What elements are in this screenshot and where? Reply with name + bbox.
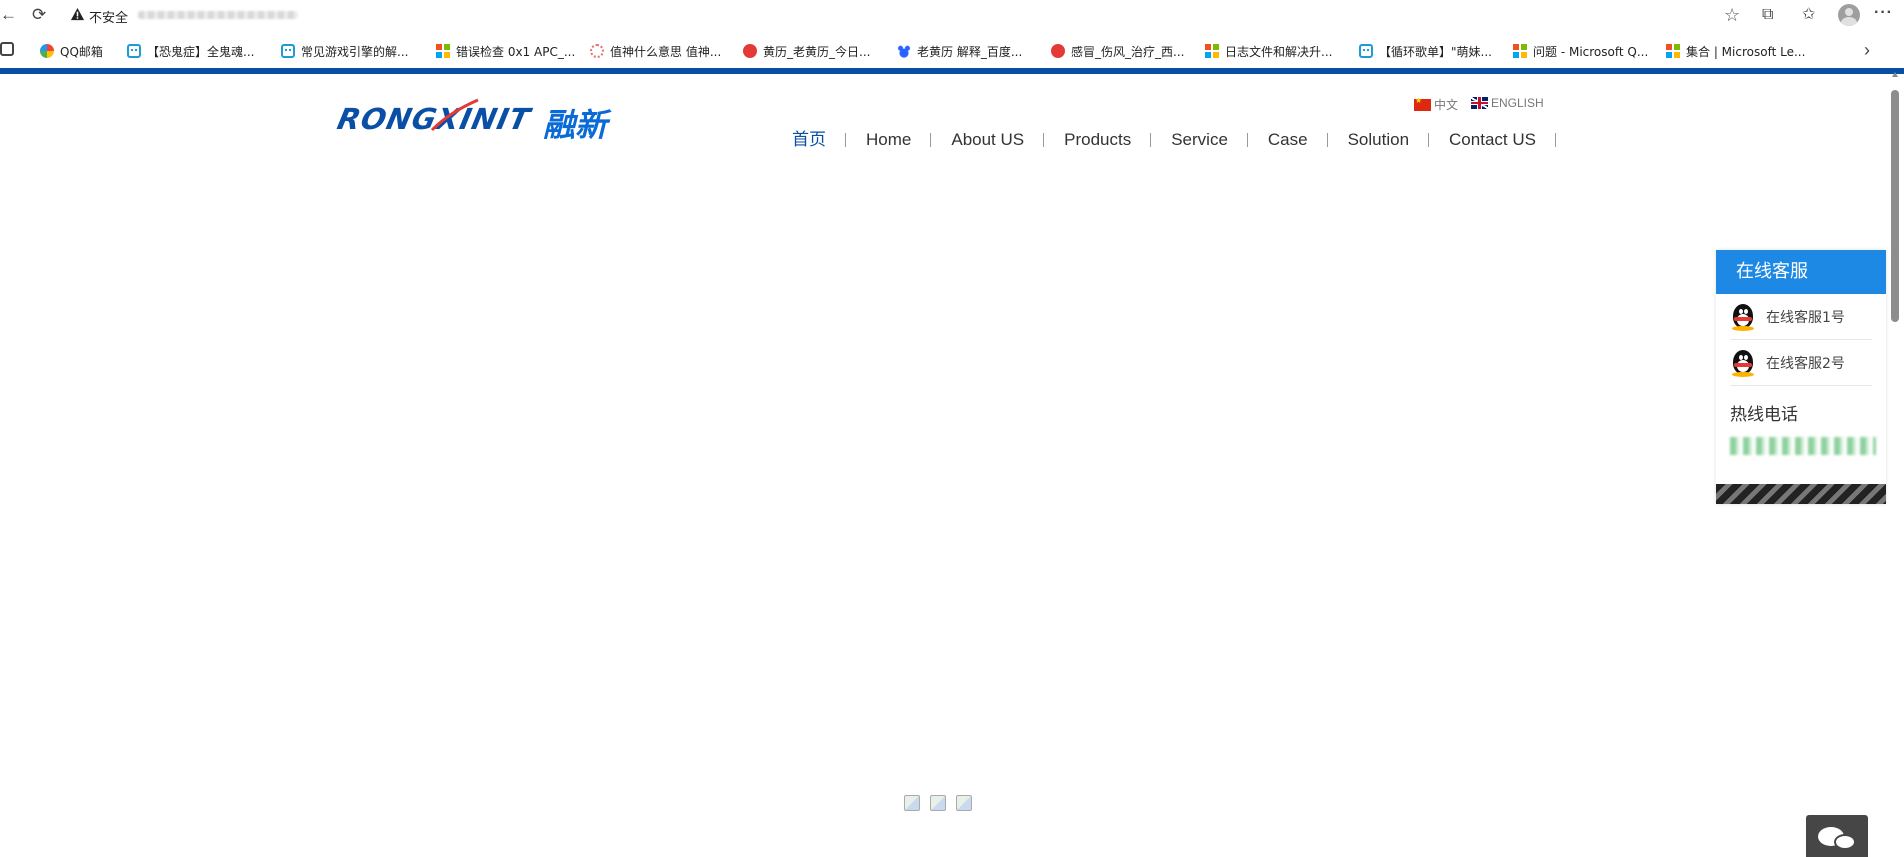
more-menu-icon[interactable]: ···: [1874, 4, 1893, 22]
uk-flag-icon: [1471, 97, 1488, 109]
lang-label: 中文: [1434, 98, 1459, 112]
bookmark-item[interactable]: 【恐鬼症】全鬼魂...: [127, 42, 254, 60]
bookmark-label: 感冒_伤风_治疗_西...: [1071, 44, 1185, 59]
nav-item-service[interactable]: Service: [1151, 128, 1248, 152]
nav-item-case[interactable]: Case: [1248, 128, 1328, 152]
lang-switch-chinese[interactable]: 中文: [1414, 96, 1458, 113]
scroll-thumb[interactable]: [1891, 90, 1899, 322]
wechat-button[interactable]: [1806, 815, 1868, 857]
bookmark-item[interactable]: QQ邮箱: [40, 42, 103, 60]
service-panel-title: 在线客服: [1716, 250, 1886, 294]
bookmark-label: QQ邮箱: [60, 44, 103, 59]
lang-switch-english[interactable]: ENGLISH: [1471, 96, 1544, 110]
microsoft-icon: [436, 44, 450, 58]
bookmark-label: 错误检查 0x1 APC_...: [456, 44, 576, 59]
extensions-icon[interactable]: ⧉: [1762, 5, 1782, 25]
profile-avatar[interactable]: [1838, 4, 1860, 26]
nav-item-solution[interactable]: Solution: [1328, 128, 1430, 152]
lang-label: ENGLISH: [1491, 96, 1544, 110]
bookmark-label: 常见游戏引擎的解...: [301, 44, 409, 59]
bookmark-label: 日志文件和解决升...: [1225, 44, 1333, 59]
bookmark-item[interactable]: 错误检查 0x1 APC_...: [436, 42, 575, 60]
bookmark-label: 【循环歌单】"萌妹...: [1379, 44, 1492, 59]
hotline-title: 热线电话: [1730, 405, 1798, 425]
url-text-blurred[interactable]: [138, 11, 298, 19]
favorites-icon[interactable]: ✩: [1802, 5, 1822, 25]
hotline-number-blurred: [1730, 437, 1876, 455]
china-flag-icon: [1414, 96, 1431, 111]
qq-mail-icon: [40, 44, 54, 58]
service-agent-1[interactable]: 在线客服1号: [1730, 294, 1872, 340]
flower-icon: [590, 44, 604, 58]
baidu-paw-icon: [897, 44, 911, 58]
bookmark-item[interactable]: 老黄历 解释_百度...: [897, 42, 1022, 60]
main-navigation: 首页 Home About US Products Service Case S…: [772, 128, 1556, 152]
logo-swoosh-icon: [430, 98, 479, 132]
bookmarks-bar: QQ邮箱 【恐鬼症】全鬼魂... 常见游戏引擎的解... 错误检查 0x1 AP…: [0, 36, 1904, 66]
nav-item-products[interactable]: Products: [1044, 128, 1152, 152]
nav-item-about[interactable]: About US: [931, 128, 1044, 152]
bookmark-item[interactable]: 【循环歌单】"萌妹...: [1359, 42, 1492, 60]
service-agent-2[interactable]: 在线客服2号: [1730, 340, 1872, 386]
panel-stripe-footer: [1716, 484, 1886, 504]
back-arrow-icon[interactable]: ←: [0, 5, 17, 25]
health-icon: [1051, 44, 1065, 58]
chevron-right-icon[interactable]: ›: [1864, 40, 1870, 61]
microsoft-icon: [1513, 44, 1527, 58]
agent-label: 在线客服2号: [1766, 355, 1845, 372]
site-logo[interactable]: RONGXINIT 融新: [334, 96, 618, 144]
reload-icon[interactable]: ⟳: [32, 5, 50, 25]
bookmark-item[interactable]: 日志文件和解决升...: [1205, 42, 1332, 60]
banner-dot-image[interactable]: [956, 795, 972, 811]
bookmark-item[interactable]: 常见游戏引擎的解...: [281, 42, 408, 60]
bookmark-item[interactable]: 感冒_伤风_治疗_西...: [1051, 42, 1184, 60]
bookmark-item[interactable]: 集合 | Microsoft Le...: [1666, 42, 1805, 60]
bookmark-label: 黄历_老黄历_今日...: [763, 44, 871, 59]
microsoft-icon: [1205, 44, 1219, 58]
favorite-star-icon[interactable]: ☆: [1724, 5, 1744, 25]
bookmark-item[interactable]: 值神什么意思 值神...: [590, 42, 721, 60]
banner-dot-image[interactable]: [904, 795, 920, 811]
warning-triangle-icon[interactable]: [70, 7, 85, 22]
address-bar: ← ⟳ 不安全 ☆ ⧉ ✩ ···: [0, 0, 1904, 30]
page-scrollbar[interactable]: [1890, 72, 1900, 857]
bookmark-label: 集合 | Microsoft Le...: [1686, 44, 1806, 59]
nav-item-home[interactable]: Home: [846, 128, 932, 152]
bookmark-label: 老黄历 解释_百度...: [917, 44, 1023, 59]
qq-penguin-icon: [1730, 348, 1756, 378]
bilibili-icon: [127, 44, 141, 58]
bilibili-icon: [1359, 44, 1373, 58]
qq-penguin-icon: [1730, 302, 1756, 332]
nav-item-home-cn[interactable]: 首页: [772, 128, 846, 152]
agent-label: 在线客服1号: [1766, 309, 1845, 326]
security-label[interactable]: 不安全: [89, 7, 128, 26]
banner-dot-image[interactable]: [930, 795, 946, 811]
online-service-panel: 在线客服 在线客服1号 在线客服2号 热线电话: [1716, 250, 1886, 504]
wechat-bubble: [1834, 834, 1856, 850]
bookmark-label: 值神什么意思 值神...: [610, 44, 722, 59]
bilibili-icon: [281, 44, 295, 58]
url-field[interactable]: 不安全: [62, 2, 1752, 28]
bookmark-label: 【恐鬼症】全鬼魂...: [147, 44, 255, 59]
bookmark-item[interactable]: 问题 - Microsoft Q...: [1513, 42, 1648, 60]
banner-pagination: [904, 795, 972, 811]
bookmark-item[interactable]: 黄历_老黄历_今日...: [743, 42, 870, 60]
nav-item-contact[interactable]: Contact US: [1429, 128, 1556, 152]
microsoft-icon: [1666, 44, 1680, 58]
header-top-rule: [0, 68, 1904, 74]
logo-chinese: 融新: [543, 106, 608, 144]
yinyang-icon: [743, 44, 757, 58]
bookmark-label: 问题 - Microsoft Q...: [1533, 44, 1649, 59]
scroll-up-arrow-icon[interactable]: [1892, 72, 1898, 77]
